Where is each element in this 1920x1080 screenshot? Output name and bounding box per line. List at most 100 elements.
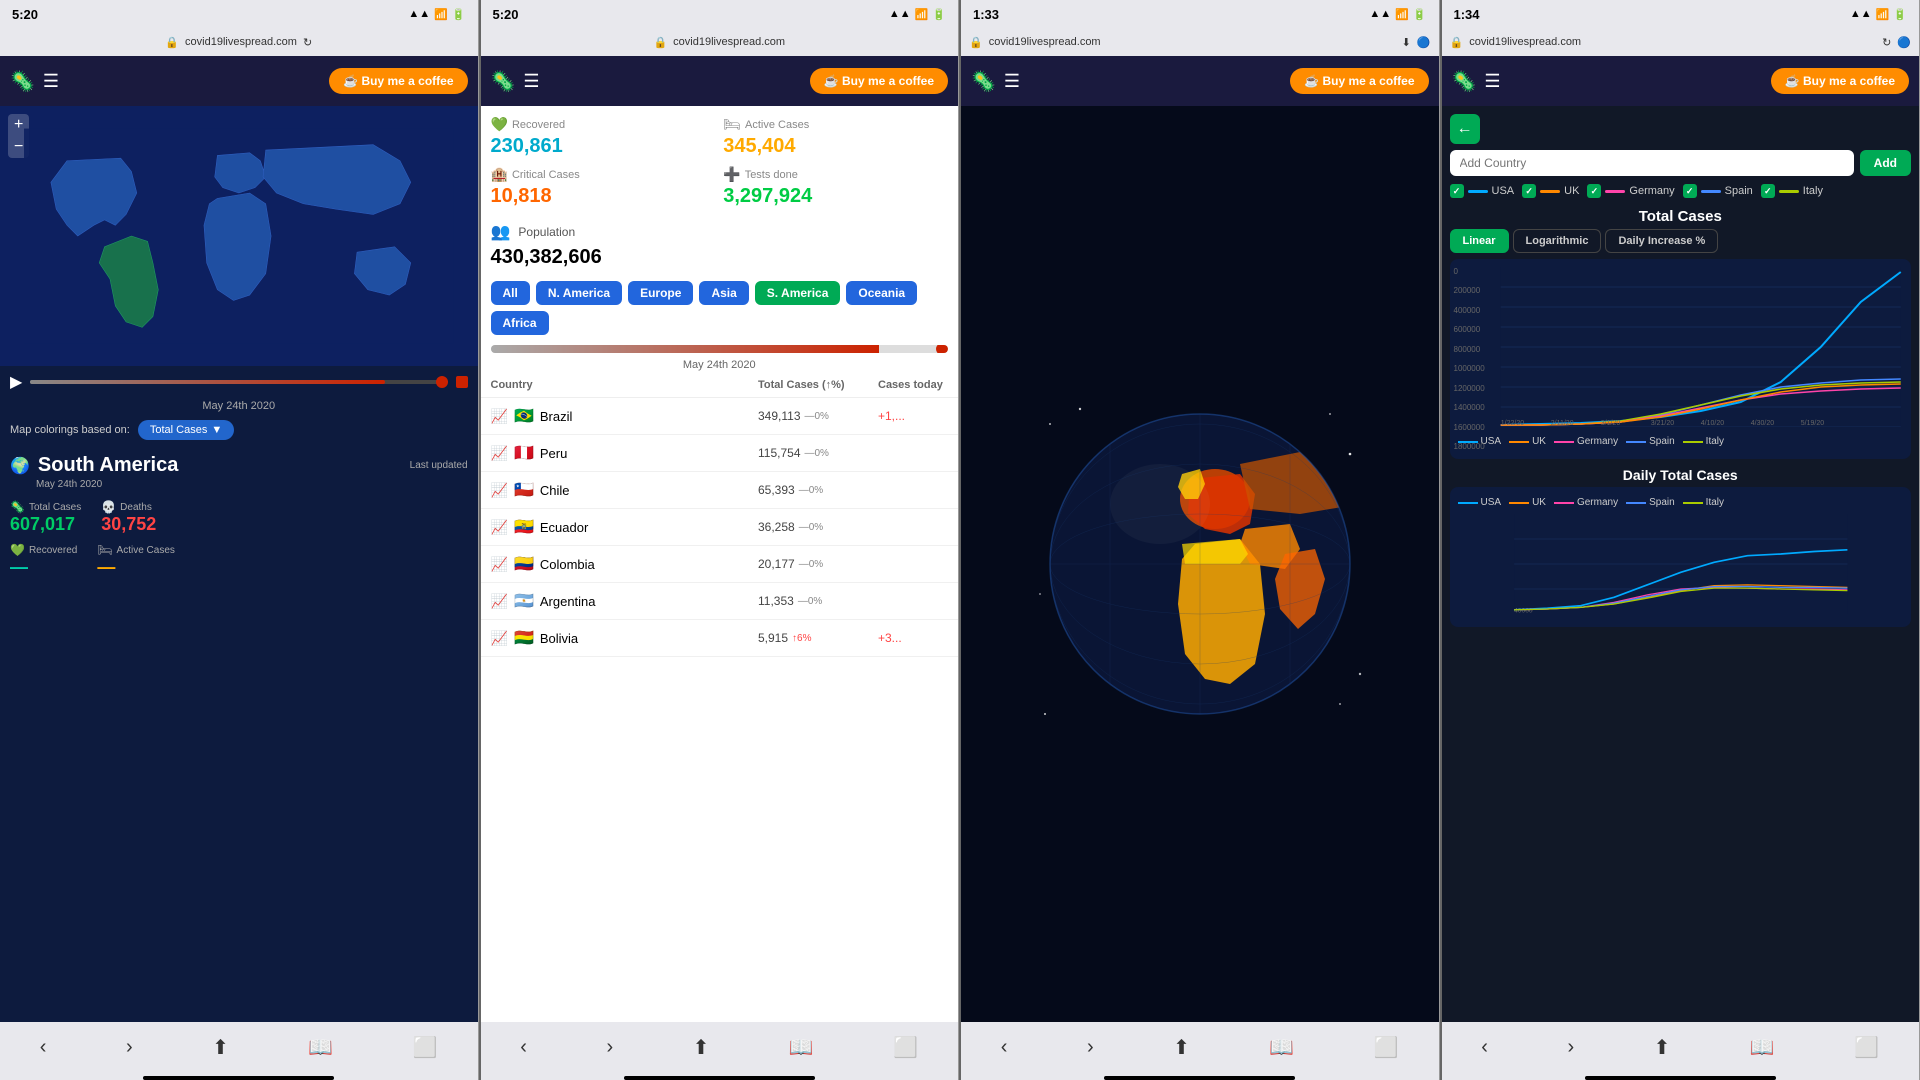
address-bar-1[interactable]: 🔒 covid19livespread.com ↻ bbox=[0, 28, 478, 56]
share-nav-btn-2[interactable]: ⬆ bbox=[693, 1035, 710, 1060]
tab-logarithmic[interactable]: Logarithmic bbox=[1513, 229, 1602, 253]
bed-card-icon: 🛏 bbox=[723, 116, 741, 133]
country-name-text: Peru bbox=[540, 446, 567, 461]
map-coloring-dropdown[interactable]: Total Cases ▼ bbox=[138, 420, 234, 440]
stats-cards: 💚 Recovered 230,861 🛏 Active Cases 345,4… bbox=[481, 106, 959, 218]
phone4-content: ← Add ✓ USA ✓ UK ✓ Germany ✓ bbox=[1442, 106, 1920, 1022]
country-row[interactable]: 📈 🇦🇷 Argentina 11,353 —0% bbox=[481, 583, 959, 620]
country-name-cell: 📈 🇦🇷 Argentina bbox=[491, 591, 759, 611]
play-btn-1[interactable]: ▶ bbox=[10, 372, 22, 392]
cases-value: 5,915 bbox=[758, 631, 788, 645]
italy-line-color bbox=[1779, 190, 1799, 193]
country-row[interactable]: 📈 🇨🇱 Chile 65,393 —0% bbox=[481, 472, 959, 509]
time-3: 1:33 bbox=[973, 7, 999, 22]
tab-oceania[interactable]: Oceania bbox=[846, 281, 917, 305]
total-cases-stat: 🦠 Total Cases 607,017 bbox=[10, 500, 81, 535]
forward-nav-btn-2[interactable]: › bbox=[606, 1036, 613, 1059]
country-row[interactable]: 📈 🇪🇨 Ecuador 36,258 —0% bbox=[481, 509, 959, 546]
share-icon-3[interactable]: 🔵 bbox=[1417, 36, 1431, 49]
italy-check[interactable]: ✓ bbox=[1761, 184, 1775, 198]
forward-nav-btn-1[interactable]: › bbox=[126, 1036, 133, 1059]
globe-icon-1: 🌍 bbox=[10, 456, 30, 476]
menu-icon-4[interactable]: ☰ bbox=[1484, 71, 1500, 92]
country-row[interactable]: 📈 🇵🇪 Peru 115,754 —0% bbox=[481, 435, 959, 472]
country-flag: 🇪🇨 bbox=[514, 517, 534, 537]
daily-chart-section: Daily Total Cases USA UK Germany Spain I… bbox=[1450, 467, 1912, 627]
coffee-btn-1[interactable]: ☕ Buy me a coffee bbox=[329, 68, 467, 94]
menu-icon-3[interactable]: ☰ bbox=[1004, 71, 1020, 92]
share-nav-btn-1[interactable]: ⬆ bbox=[212, 1035, 229, 1060]
tab-all[interactable]: All bbox=[491, 281, 530, 305]
share-nav-btn-3[interactable]: ⬆ bbox=[1173, 1035, 1190, 1060]
coffee-btn-4[interactable]: ☕ Buy me a coffee bbox=[1771, 68, 1909, 94]
bookmarks-nav-btn-4[interactable]: 📖 bbox=[1750, 1035, 1775, 1060]
bookmarks-nav-btn-1[interactable]: 📖 bbox=[308, 1035, 333, 1060]
address-bar-4[interactable]: 🔒 covid19livespread.com ↻ 🔵 bbox=[1442, 28, 1920, 56]
url-1: covid19livespread.com bbox=[185, 36, 297, 48]
spain-check[interactable]: ✓ bbox=[1683, 184, 1697, 198]
spain-line-color bbox=[1701, 190, 1721, 193]
map-coloring-label: Map colorings based on: bbox=[10, 424, 130, 436]
bookmarks-nav-btn-2[interactable]: 📖 bbox=[789, 1035, 814, 1060]
add-country-input[interactable] bbox=[1450, 150, 1854, 176]
add-country-btn[interactable]: Add bbox=[1860, 150, 1911, 176]
country-name-text: Argentina bbox=[540, 594, 596, 609]
menu-icon-1[interactable]: ☰ bbox=[43, 71, 59, 92]
bookmarks-nav-btn-3[interactable]: 📖 bbox=[1269, 1035, 1294, 1060]
url-3: covid19livespread.com bbox=[989, 36, 1101, 48]
usa-check[interactable]: ✓ bbox=[1450, 184, 1464, 198]
cases-cell: 349,113 —0% bbox=[758, 409, 878, 423]
back-nav-btn-3[interactable]: ‹ bbox=[1001, 1036, 1008, 1059]
coffee-btn-3[interactable]: ☕ Buy me a coffee bbox=[1290, 68, 1428, 94]
tab-s-america[interactable]: S. America bbox=[755, 281, 841, 305]
uk-check[interactable]: ✓ bbox=[1522, 184, 1536, 198]
country-flag: 🇧🇴 bbox=[514, 628, 534, 648]
download-icon-3[interactable]: ⬇ bbox=[1402, 36, 1411, 49]
share-nav-btn-4[interactable]: ⬆ bbox=[1654, 1035, 1671, 1060]
timeline-slider-1[interactable] bbox=[30, 380, 447, 384]
signal-icon-2: ▲▲ bbox=[889, 8, 911, 20]
signal-icon-4: ▲▲ bbox=[1850, 8, 1872, 20]
tabs-nav-btn-1[interactable]: ⬜ bbox=[413, 1035, 438, 1060]
app-header-4: 🦠 ☰ ☕ Buy me a coffee bbox=[1442, 56, 1920, 106]
tab-linear[interactable]: Linear bbox=[1450, 229, 1509, 253]
germany-line-color bbox=[1605, 190, 1625, 193]
tab-daily-increase[interactable]: Daily Increase % bbox=[1605, 229, 1718, 253]
url-2: covid19livespread.com bbox=[673, 36, 785, 48]
plus-icon: ➕ bbox=[723, 166, 740, 183]
tabs-nav-btn-4[interactable]: ⬜ bbox=[1854, 1035, 1879, 1060]
forward-nav-btn-3[interactable]: › bbox=[1087, 1036, 1094, 1059]
tab-n-america[interactable]: N. America bbox=[536, 281, 622, 305]
mini-chart-icon: 📈 bbox=[491, 482, 508, 499]
phone4: 1:34 ▲▲ 📶 🔋 🔒 covid19livespread.com ↻ 🔵 … bbox=[1442, 0, 1920, 1080]
reload-icon-4[interactable]: ↻ bbox=[1882, 36, 1891, 49]
back-btn-4[interactable]: ← bbox=[1450, 114, 1480, 144]
reload-icon-1[interactable]: ↻ bbox=[303, 36, 312, 49]
tab-europe[interactable]: Europe bbox=[628, 281, 693, 305]
country-row[interactable]: 📈 🇨🇴 Colombia 20,177 —0% bbox=[481, 546, 959, 583]
lock-icon-1: 🔒 bbox=[165, 36, 179, 49]
mini-chart-icon: 📈 bbox=[491, 408, 508, 425]
country-row[interactable]: 📈 🇧🇷 Brazil 349,113 —0% +1,... bbox=[481, 398, 959, 435]
cases-pct: ↑6% bbox=[792, 633, 811, 644]
home-indicator-2 bbox=[624, 1076, 815, 1080]
address-bar-3[interactable]: 🔒 covid19livespread.com ⬇ 🔵 bbox=[961, 28, 1439, 56]
back-nav-btn-2[interactable]: ‹ bbox=[520, 1036, 527, 1059]
mini-chart-icon: 📈 bbox=[491, 630, 508, 647]
region-tabs: All N. America Europe Asia S. America Oc… bbox=[481, 275, 959, 341]
progress-bar-2[interactable] bbox=[491, 345, 949, 353]
germany-check[interactable]: ✓ bbox=[1587, 184, 1601, 198]
address-bar-2[interactable]: 🔒 covid19livespread.com bbox=[481, 28, 959, 56]
tab-asia[interactable]: Asia bbox=[699, 281, 748, 305]
tabs-nav-btn-3[interactable]: ⬜ bbox=[1374, 1035, 1399, 1060]
back-nav-btn-4[interactable]: ‹ bbox=[1481, 1036, 1488, 1059]
menu-icon-2[interactable]: ☰ bbox=[523, 71, 539, 92]
extension-icon-4[interactable]: 🔵 bbox=[1897, 36, 1911, 49]
forward-nav-btn-4[interactable]: › bbox=[1567, 1036, 1574, 1059]
tab-africa[interactable]: Africa bbox=[491, 311, 549, 335]
total-cases-label: 🦠 Total Cases bbox=[10, 500, 81, 514]
coffee-btn-2[interactable]: ☕ Buy me a coffee bbox=[810, 68, 948, 94]
tabs-nav-btn-2[interactable]: ⬜ bbox=[893, 1035, 918, 1060]
back-nav-btn-1[interactable]: ‹ bbox=[40, 1036, 47, 1059]
country-row[interactable]: 📈 🇧🇴 Bolivia 5,915 ↑6% +3... bbox=[481, 620, 959, 657]
